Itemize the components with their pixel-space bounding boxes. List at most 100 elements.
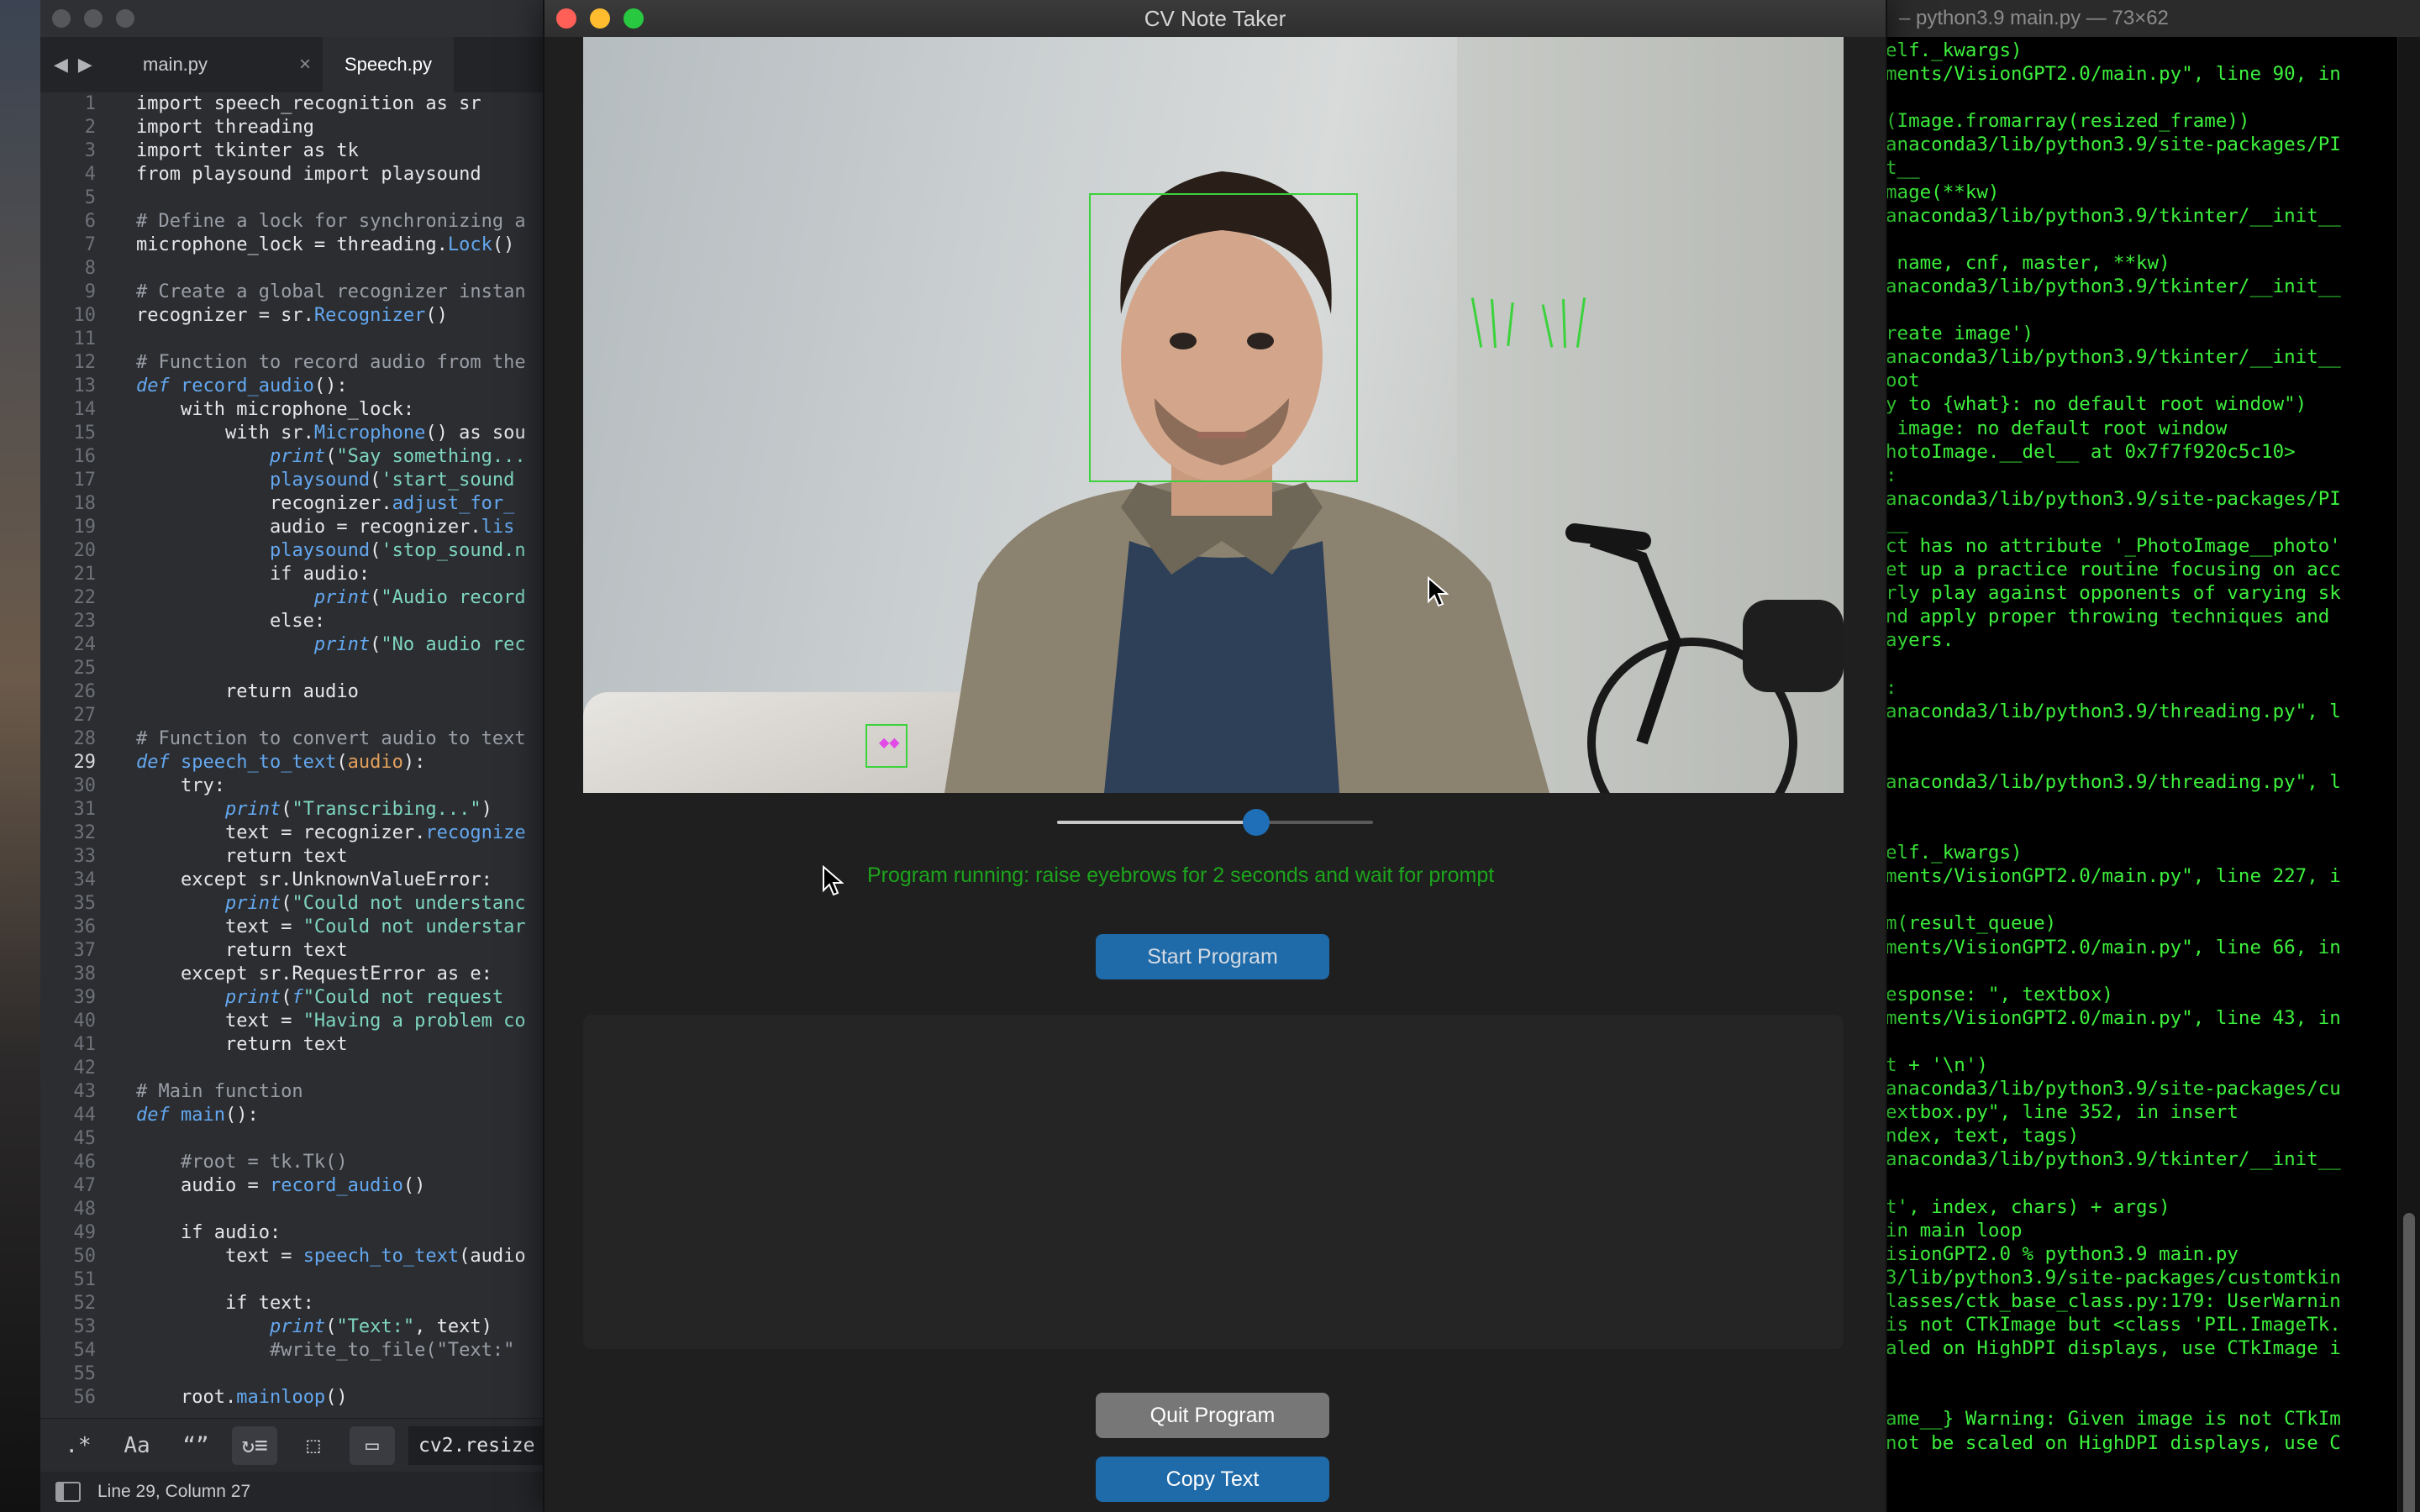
- code-line[interactable]: 11: [40, 328, 544, 351]
- code-line[interactable]: 24 print("No audio rec: [40, 633, 544, 657]
- code-line[interactable]: 9 # Create a global recognizer instan: [40, 281, 544, 304]
- code-line[interactable]: 26 return audio: [40, 680, 544, 704]
- terminal-line: anaconda3/lib/python3.9/threading.py", l: [1886, 770, 2341, 793]
- code-line[interactable]: 12 # Function to record audio from the: [40, 351, 544, 375]
- code-line[interactable]: 20 playsound('stop_sound.n: [40, 539, 544, 563]
- tab-main-py[interactable]: main.py ×: [121, 37, 323, 92]
- line-number: 13: [73, 375, 97, 396]
- code-line[interactable]: 22 print("Audio record: [40, 586, 544, 610]
- terminal-output[interactable]: elf._kwargs) ments/VisionGPT2.0/main.py",…: [1886, 39, 2386, 1455]
- window-minimize-button[interactable]: [590, 8, 610, 29]
- code-line[interactable]: 32 text = recognizer.recognize: [40, 822, 544, 845]
- line-number: 18: [73, 493, 97, 514]
- transcript-textbox[interactable]: [583, 1015, 1844, 1349]
- highlight-matches-toggle[interactable]: ▭: [350, 1426, 395, 1465]
- code-line[interactable]: 54 #write_to_file("Text:": [40, 1339, 544, 1362]
- slider-handle[interactable]: [1242, 809, 1270, 836]
- code-line[interactable]: 17 playsound('start_sound: [40, 469, 544, 492]
- code-line[interactable]: 1 import speech_recognition as sr: [40, 92, 544, 116]
- terminal-scrollbar[interactable]: [2397, 37, 2420, 1512]
- editor-zoom-button[interactable]: [116, 9, 134, 28]
- code-line[interactable]: 42: [40, 1057, 544, 1080]
- code-line[interactable]: 30 try:: [40, 774, 544, 798]
- wrap-toggle[interactable]: ↻≡: [232, 1426, 277, 1465]
- line-number: 22: [73, 587, 97, 608]
- slider[interactable]: [1057, 809, 1373, 836]
- code-line[interactable]: 19 audio = recognizer.lis: [40, 516, 544, 539]
- code-line[interactable]: 28 # Function to convert audio to text: [40, 727, 544, 751]
- cursor-position: Line 29, Column 27: [97, 1482, 251, 1501]
- editor-minimize-button[interactable]: [84, 9, 103, 28]
- code-token: if audio:: [136, 1222, 281, 1243]
- code-area[interactable]: 1 import speech_recognition as sr 2 import …: [40, 92, 544, 1418]
- code-line[interactable]: 2 import threading: [40, 116, 544, 139]
- tab-speech-py[interactable]: Speech.py: [323, 37, 454, 92]
- whole-word-toggle[interactable]: “”: [173, 1426, 218, 1465]
- code-line[interactable]: 53 print("Text:", text): [40, 1315, 544, 1339]
- regex-toggle[interactable]: .*: [55, 1426, 101, 1465]
- code-line[interactable]: 21 if audio:: [40, 563, 544, 586]
- code-line[interactable]: 16 print("Say something...: [40, 445, 544, 469]
- code-line[interactable]: 31 print("Transcribing..."): [40, 798, 544, 822]
- line-number: 54: [73, 1340, 97, 1361]
- code-line[interactable]: 52 if text:: [40, 1292, 544, 1315]
- code-line[interactable]: 7 microphone_lock = threading.Lock(): [40, 234, 544, 257]
- code-line[interactable]: 23 else:: [40, 610, 544, 633]
- window-zoom-button[interactable]: [623, 8, 644, 29]
- code-line[interactable]: 29 def speech_to_text(audio):: [40, 751, 544, 774]
- code-line[interactable]: 51: [40, 1268, 544, 1292]
- code-line[interactable]: 56 root.mainloop(): [40, 1386, 544, 1410]
- code-line[interactable]: 36 text = "Could not understar: [40, 916, 544, 939]
- terminal-line: elf._kwargs): [1886, 39, 2023, 61]
- code-line[interactable]: 44 def main():: [40, 1104, 544, 1127]
- code-line[interactable]: 45: [40, 1127, 544, 1151]
- in-selection-toggle[interactable]: ⬚: [291, 1426, 336, 1465]
- code-line[interactable]: 27: [40, 704, 544, 727]
- code-line[interactable]: 8: [40, 257, 544, 281]
- find-input[interactable]: cv2.resize: [408, 1426, 544, 1465]
- line-number: 20: [73, 540, 97, 561]
- code-line[interactable]: 4 from playsound import playsound: [40, 163, 544, 186]
- code-line[interactable]: 5: [40, 186, 544, 210]
- code-line[interactable]: 46 #root = tk.Tk(): [40, 1151, 544, 1174]
- case-sensitive-toggle[interactable]: Aa: [114, 1426, 160, 1465]
- scrollbar-thumb[interactable]: [2403, 1213, 2415, 1512]
- code-line[interactable]: 6 # Define a lock for synchronizing a: [40, 210, 544, 234]
- code-line[interactable]: 41 return text: [40, 1033, 544, 1057]
- code-line[interactable]: 50 text = speech_to_text(audio: [40, 1245, 544, 1268]
- editor-close-button[interactable]: [52, 9, 71, 28]
- code-line[interactable]: 39 print(f"Could not request: [40, 986, 544, 1010]
- code-line[interactable]: 14 with microphone_lock:: [40, 398, 544, 422]
- code-token: microphone_lock = threading.: [136, 234, 448, 255]
- code-line[interactable]: 13 def record_audio():: [40, 375, 544, 398]
- code-line[interactable]: 37 return text: [40, 939, 544, 963]
- code-line[interactable]: 40 text = "Having a problem co: [40, 1010, 544, 1033]
- code-line[interactable]: 49 if audio:: [40, 1221, 544, 1245]
- code-line[interactable]: 48: [40, 1198, 544, 1221]
- start-program-button[interactable]: Start Program: [1096, 934, 1329, 979]
- close-icon[interactable]: ×: [299, 53, 311, 76]
- code-line[interactable]: 34 except sr.UnknownValueError:: [40, 869, 544, 892]
- code-line[interactable]: 18 recognizer.adjust_for_: [40, 492, 544, 516]
- line-number: 43: [73, 1081, 97, 1102]
- code-line[interactable]: 33 return text: [40, 845, 544, 869]
- code-line[interactable]: 25: [40, 657, 544, 680]
- code-line[interactable]: 10 recognizer = sr.Recognizer(): [40, 304, 544, 328]
- code-line[interactable]: 43 # Main function: [40, 1080, 544, 1104]
- chevron-right-icon[interactable]: ▶: [78, 55, 92, 76]
- code-line[interactable]: 55: [40, 1362, 544, 1386]
- window-close-button[interactable]: [556, 8, 576, 29]
- sidebar-toggle-icon[interactable]: [55, 1482, 81, 1502]
- chevron-left-icon[interactable]: ◀: [54, 55, 68, 76]
- quit-program-button[interactable]: Quit Program: [1096, 1393, 1329, 1438]
- code-line[interactable]: 38 except sr.RequestError as e:: [40, 963, 544, 986]
- code-line[interactable]: 47 audio = record_audio(): [40, 1174, 544, 1198]
- copy-text-button[interactable]: Copy Text: [1096, 1457, 1329, 1502]
- code-line[interactable]: 3 import tkinter as tk: [40, 139, 544, 163]
- code-line[interactable]: 15 with sr.Microphone() as sou: [40, 422, 544, 445]
- code-line[interactable]: 35 print("Could not understanc: [40, 892, 544, 916]
- terminal-line: anaconda3/lib/python3.9/tkinter/__init__: [1886, 1148, 2341, 1171]
